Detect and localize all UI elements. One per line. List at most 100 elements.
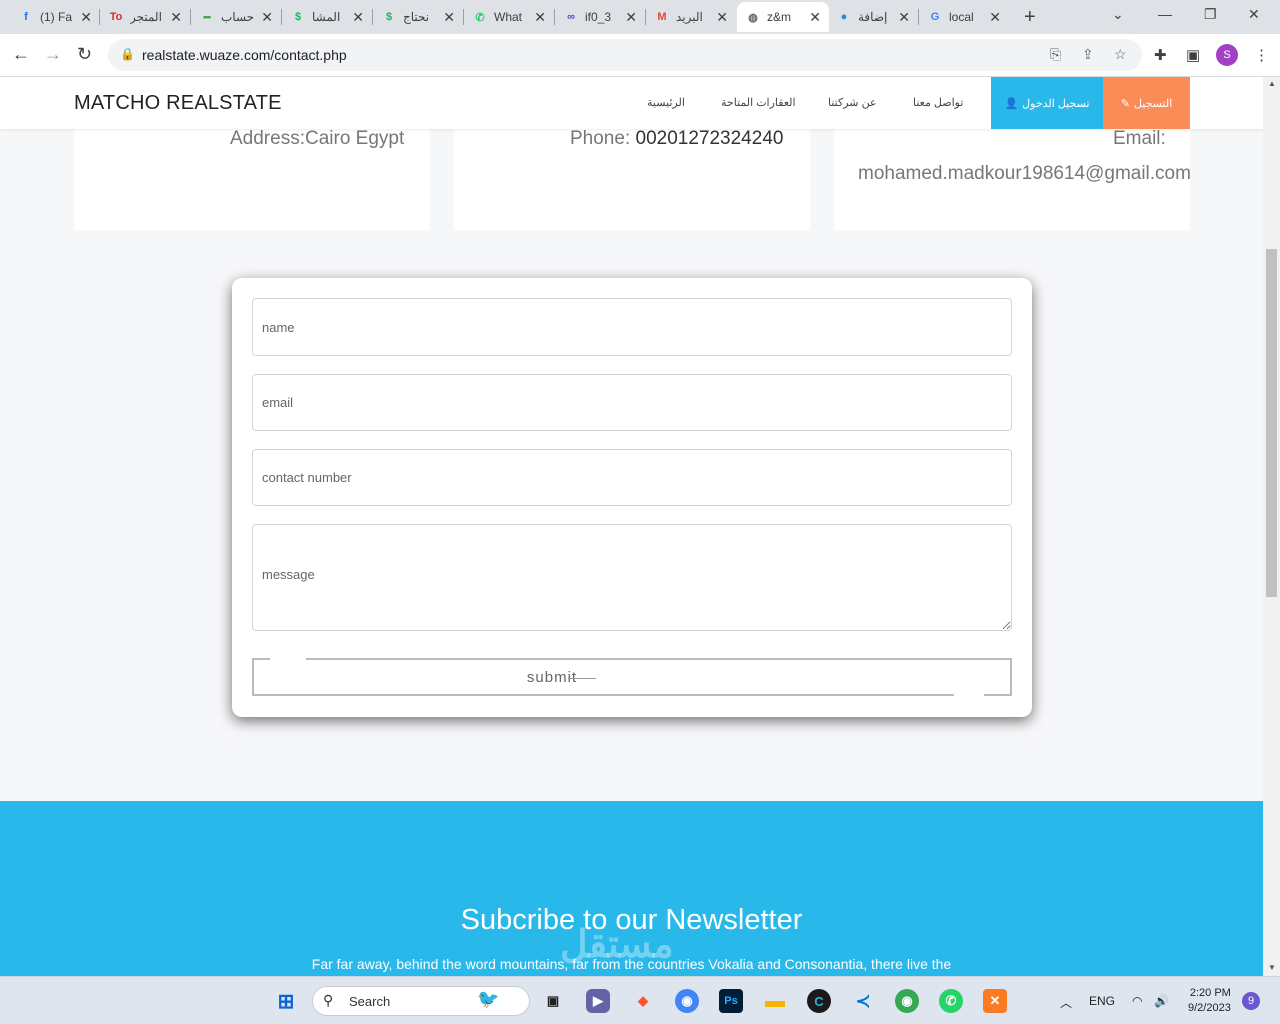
tab-close-icon[interactable]: ✕ [898,9,910,26]
photoshop-icon[interactable]: Ps [719,989,743,1013]
scroll-down-arrow-icon[interactable]: ▼ [1268,963,1276,972]
vscode-icon[interactable]: ≺ [851,989,875,1013]
nav-contact[interactable]: تواصل معنا [913,96,963,109]
login-label: تسجيل الدخول [1022,97,1090,110]
xampp-icon[interactable]: ✕ [983,989,1007,1013]
tab-title: What [494,10,523,24]
tab-search-chevron-icon[interactable]: ⌄ [1112,6,1124,23]
register-button[interactable]: ✎ التسجيل [1103,77,1190,129]
clock[interactable]: 2:20 PM 9/2/2023 [1188,986,1231,1016]
contact-number-input[interactable] [252,449,1012,506]
address-bar[interactable]: 🔒 realstate.wuaze.com/contact.php ⎘ ⇪ ☆ [108,39,1142,71]
dollar-icon: $ [385,11,393,23]
contact-form: submit [232,278,1032,717]
teams-icon[interactable]: ▶ [586,989,610,1013]
share-icon[interactable]: ⇪ [1082,46,1094,63]
close-window-icon[interactable]: ✕ [1248,6,1260,23]
tab-close-icon[interactable]: ✕ [716,9,728,26]
site-brand[interactable]: MATCHO REALSTATE [74,92,282,115]
taskbar-search[interactable]: ⚲ Search 🐦 [312,986,530,1016]
chrome-profile-icon[interactable]: ◉ [895,989,919,1013]
reload-icon[interactable]: ↻ [77,44,92,65]
side-panel-icon[interactable]: ▣ [1186,46,1200,64]
tab-separator [372,9,373,25]
email-input[interactable] [252,374,1012,431]
browser-menu-icon[interactable]: ⋮ [1254,46,1269,64]
tab-title: إضافة [858,10,888,24]
scroll-up-arrow-icon[interactable]: ▲ [1268,79,1276,88]
forward-icon[interactable]: → [44,44,62,65]
tab-close-icon[interactable]: ✕ [170,9,182,26]
submit-border-gap [954,693,984,697]
wifi-icon[interactable]: ◠ [1132,994,1142,1008]
profile-avatar[interactable]: S [1216,44,1238,66]
submit-decoration-line [568,678,596,679]
extensions-puzzle-icon[interactable]: ✚ [1154,46,1167,64]
nav-home[interactable]: الرئيسية [647,96,685,109]
tab-close-icon[interactable]: ✕ [80,9,92,26]
chrome-icon[interactable]: ◉ [675,989,699,1013]
user-icon: 👤 [1004,97,1019,110]
browser-tab[interactable]: $ المشا ✕ [282,2,372,32]
whatsapp-icon[interactable]: ✆ [939,989,963,1013]
tab-close-icon[interactable]: ✕ [534,9,546,26]
tab-separator [463,9,464,25]
language-indicator[interactable]: ENG [1089,994,1115,1008]
tab-separator [918,9,919,25]
name-input[interactable] [252,298,1012,356]
back-icon[interactable]: ← [12,44,30,65]
browser-tab[interactable]: To المتجر ✕ [100,2,190,32]
clock-date: 9/2/2023 [1188,1002,1231,1014]
submit-button[interactable]: submit [252,658,1012,696]
volume-icon[interactable]: 🔊 [1154,994,1169,1008]
url-text[interactable]: realstate.wuaze.com/contact.php [142,47,347,63]
email-label: Email: [1113,128,1166,149]
browser-tab[interactable]: $ نحتاج ✕ [373,2,463,32]
web-page: Address:Cairo Egypt Phone: 0020127232424… [0,77,1263,976]
brave-icon[interactable]: ◆ [631,989,655,1013]
notification-badge[interactable]: 9 [1242,992,1260,1010]
tab-close-icon[interactable]: ✕ [443,9,455,26]
browser-tab[interactable]: ● إضافة ✕ [828,2,918,32]
restore-icon[interactable]: ❐ [1204,6,1217,23]
page-scrollbar[interactable]: ▲ ▼ [1263,77,1280,976]
tab-close-icon[interactable]: ✕ [809,9,821,26]
browser-tab[interactable]: ∞ if0_3 ✕ [555,2,645,32]
email-value: mohamed.madkour198614@gmail.com [858,163,1191,184]
tab-title: المشا [312,10,341,24]
login-button[interactable]: 👤 تسجيل الدخول [991,77,1103,129]
browser-tab[interactable]: ◍ z&m ✕ [737,2,829,32]
nav-about[interactable]: عن شركتنا [828,96,877,109]
tab-close-icon[interactable]: ✕ [352,9,364,26]
minimize-icon[interactable]: — [1158,6,1172,22]
browser-tab[interactable]: Glocal ✕ [919,2,1009,32]
tray-chevron-icon[interactable]: ︿ [1060,994,1072,1011]
message-textarea[interactable] [252,524,1012,631]
tab-close-icon[interactable]: ✕ [989,9,1001,26]
new-tab-button[interactable]: + [1024,6,1036,29]
browser-tab[interactable]: ✆ What ✕ [464,2,554,32]
capcut-icon[interactable]: C [807,989,831,1013]
task-view-icon[interactable]: ▣ [541,989,565,1013]
clock-time: 2:20 PM [1189,987,1231,999]
tab-title: نحتاج [403,10,430,24]
tab-close-icon[interactable]: ✕ [261,9,273,26]
lock-icon[interactable]: 🔒 [120,47,135,61]
tab-separator [190,9,191,25]
browser-tab[interactable]: f (1) Fa ✕ [10,2,100,32]
browser-tab[interactable]: M البريد ✕ [646,2,736,32]
register-label: التسجيل [1133,97,1173,110]
google-icon: G [930,11,940,23]
browser-tab[interactable]: ━ حساب ✕ [191,2,281,32]
submit-label: submit [526,668,578,686]
phone-label: Phone: [570,128,631,149]
bookmark-star-icon[interactable]: ☆ [1114,46,1127,63]
globe-icon: ◍ [748,11,758,24]
site-navbar: MATCHO REALSTATE الرئيسية العقارات المتا… [0,77,1263,129]
scrollbar-thumb[interactable] [1266,249,1277,597]
translate-icon[interactable]: ⎘ [1050,46,1061,63]
file-explorer-icon[interactable]: ▬ [763,989,787,1013]
tab-close-icon[interactable]: ✕ [625,9,637,26]
nav-properties[interactable]: العقارات المتاحة [721,96,796,109]
windows-start-icon[interactable]: ⊞ [274,989,298,1013]
